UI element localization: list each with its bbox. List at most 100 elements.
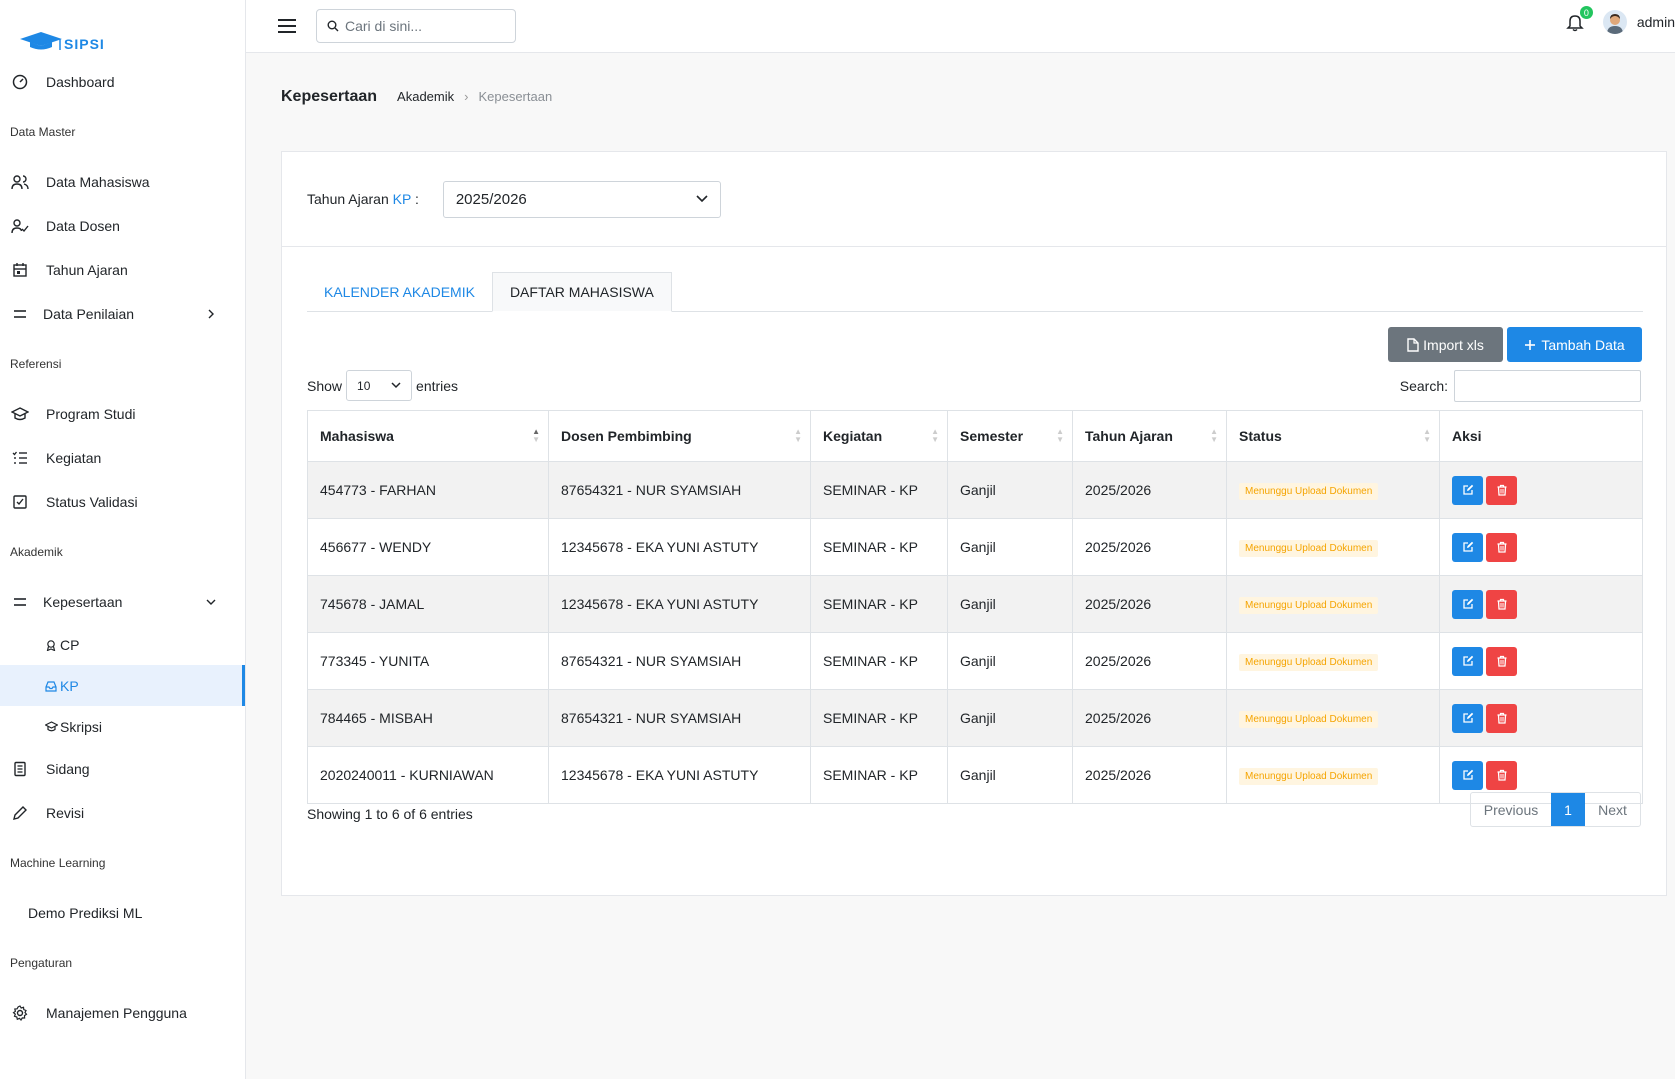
- search-icon: [327, 20, 339, 32]
- global-search[interactable]: [316, 9, 516, 43]
- entries-select[interactable]: 10: [346, 370, 413, 401]
- section-akademik: Akademik: [10, 545, 63, 559]
- sidebar-item-dashboard[interactable]: Dashboard: [0, 60, 245, 104]
- delete-button[interactable]: [1486, 589, 1517, 619]
- delete-button[interactable]: [1486, 703, 1517, 733]
- cell-semester: Ganjil: [947, 632, 1073, 690]
- import-xls-button[interactable]: Import xls: [1388, 327, 1503, 362]
- sidebar-item-label: Manajemen Pengguna: [46, 1005, 187, 1021]
- cell-kegiatan: SEMINAR - KP: [810, 689, 948, 747]
- sidebar-item-tahun-ajaran[interactable]: Tahun Ajaran: [0, 248, 245, 292]
- sidebar-item-sidang[interactable]: Sidang: [0, 747, 245, 791]
- breadcrumb-separator-icon: ›: [464, 89, 469, 104]
- notification-bell[interactable]: 0: [1565, 6, 1593, 32]
- edit-button[interactable]: [1452, 589, 1483, 619]
- edit-button[interactable]: [1452, 760, 1483, 790]
- cell-dosen: 87654321 - NUR SYAMSIAH: [548, 632, 811, 690]
- delete-button[interactable]: [1486, 532, 1517, 562]
- cell-aksi: [1439, 632, 1643, 690]
- sort-icon: ▲ ▼: [794, 427, 802, 444]
- column-header-dosen[interactable]: Dosen Pembimbing ▲ ▼: [548, 410, 811, 462]
- cell-semester: Ganjil: [947, 461, 1073, 519]
- search-input[interactable]: [345, 18, 505, 34]
- graduation-cap-icon: [20, 32, 62, 50]
- breadcrumb-current: Kepesertaan: [478, 89, 553, 104]
- sidebar-item-data-dosen[interactable]: Data Dosen: [0, 204, 245, 248]
- section-data-master: Data Master: [10, 125, 76, 139]
- table-search-input[interactable]: [1454, 370, 1641, 402]
- cell-aksi: [1439, 461, 1643, 519]
- edit-button[interactable]: [1452, 475, 1483, 505]
- sidebar-item-revisi[interactable]: Revisi: [0, 791, 245, 835]
- column-header-semester[interactable]: Semester ▲ ▼: [947, 410, 1073, 462]
- sidebar-item-kepesertaan[interactable]: Kepesertaan: [0, 580, 245, 624]
- cell-tahun-ajaran: 2025/2026: [1072, 746, 1227, 804]
- sidebar-item-label: Dashboard: [46, 74, 115, 90]
- gear-icon: [10, 1003, 30, 1023]
- edit-button[interactable]: [1452, 532, 1483, 562]
- section-machine-learning: Machine Learning: [10, 856, 106, 870]
- cell-tahun-ajaran: 2025/2026: [1072, 632, 1227, 690]
- cell-kegiatan: SEMINAR - KP: [810, 518, 948, 576]
- chevron-down-icon: [391, 382, 401, 389]
- sidebar-item-data-penilaian[interactable]: Data Penilaian: [0, 292, 245, 336]
- column-header-tahun-ajaran[interactable]: Tahun Ajaran ▲ ▼: [1072, 410, 1227, 462]
- sidebar-item-program-studi[interactable]: Program Studi: [0, 392, 245, 436]
- edit-button[interactable]: [1452, 703, 1483, 733]
- delete-button[interactable]: [1486, 646, 1517, 676]
- user-check-icon: [10, 216, 30, 236]
- delete-button[interactable]: [1486, 475, 1517, 505]
- trash-icon: [1497, 598, 1506, 610]
- status-badge: Menunggu Upload Dokumen: [1239, 767, 1379, 785]
- sidebar-item-label: Status Validasi: [46, 494, 138, 510]
- app-logo[interactable]: SIPSI: [0, 0, 245, 52]
- sidebar-subitem-cp[interactable]: CP: [0, 624, 245, 665]
- sidebar-item-kegiatan[interactable]: Kegiatan: [0, 436, 245, 480]
- pagination-next-button[interactable]: Next: [1585, 793, 1640, 826]
- sidebar-item-manajemen-pengguna[interactable]: Manajemen Pengguna: [0, 991, 245, 1035]
- breadcrumb-akademik[interactable]: Akademik: [397, 89, 454, 104]
- cell-aksi: [1439, 518, 1643, 576]
- cell-semester: Ganjil: [947, 746, 1073, 804]
- user-name[interactable]: admin: [1637, 14, 1675, 30]
- sidebar-item-label: Data Penilaian: [43, 306, 135, 322]
- tahun-ajaran-select[interactable]: 2025/2026: [442, 180, 721, 218]
- column-header-mahasiswa[interactable]: Mahasiswa ▲ ▼: [307, 410, 549, 462]
- page-header: Kepesertaan Akademik › Kepesertaan: [281, 88, 552, 106]
- chevron-right-icon: [203, 309, 219, 319]
- cell-mahasiswa: 2020240011 - KURNIAWAN: [307, 746, 549, 804]
- tambah-data-button[interactable]: Tambah Data: [1507, 327, 1642, 362]
- list-check-icon: [10, 448, 30, 468]
- document-icon: [10, 759, 30, 779]
- sort-icon: ▲ ▼: [931, 427, 939, 444]
- tab-bar: KALENDER AKADEMIK DAFTAR MAHASISWA: [307, 272, 1643, 312]
- tab-daftar-mahasiswa[interactable]: DAFTAR MAHASISWA: [491, 272, 672, 312]
- column-header-status[interactable]: Status ▲ ▼: [1226, 410, 1440, 462]
- avatar[interactable]: [1602, 10, 1627, 34]
- edit-button[interactable]: [1452, 646, 1483, 676]
- gauge-icon: [10, 72, 30, 92]
- tab-kalender-akademik[interactable]: KALENDER AKADEMIK: [307, 272, 492, 312]
- sidebar-subitem-skripsi[interactable]: Skripsi: [0, 706, 245, 747]
- cell-kegiatan: SEMINAR - KP: [810, 746, 948, 804]
- delete-button[interactable]: [1486, 760, 1517, 790]
- topbar: 0 admin: [246, 0, 1675, 53]
- sidebar-item-data-mahasiswa[interactable]: Data Mahasiswa: [0, 160, 245, 204]
- status-badge: Menunggu Upload Dokumen: [1239, 539, 1379, 557]
- column-header-kegiatan[interactable]: Kegiatan ▲ ▼: [810, 410, 948, 462]
- column-header-label: Tahun Ajaran: [1085, 428, 1173, 444]
- sidebar-item-status-validasi[interactable]: Status Validasi: [0, 480, 245, 524]
- sidebar-item-label: Revisi: [46, 805, 85, 821]
- pagination-previous-button[interactable]: Previous: [1471, 793, 1551, 826]
- cell-tahun-ajaran: 2025/2026: [1072, 575, 1227, 633]
- cell-mahasiswa: 454773 - FARHAN: [307, 461, 549, 519]
- sidebar-item-demo-ml[interactable]: Demo Prediksi ML: [0, 891, 245, 935]
- cell-semester: Ganjil: [947, 689, 1073, 747]
- sidebar-subitem-kp[interactable]: KP: [0, 665, 245, 706]
- cell-semester: Ganjil: [947, 518, 1073, 576]
- menu-toggle-icon[interactable]: [278, 19, 296, 33]
- status-badge: Menunggu Upload Dokumen: [1239, 710, 1379, 728]
- chevron-down-icon: [696, 195, 708, 203]
- pagination-page-button[interactable]: 1: [1551, 793, 1585, 826]
- page-title: Kepesertaan: [281, 88, 378, 105]
